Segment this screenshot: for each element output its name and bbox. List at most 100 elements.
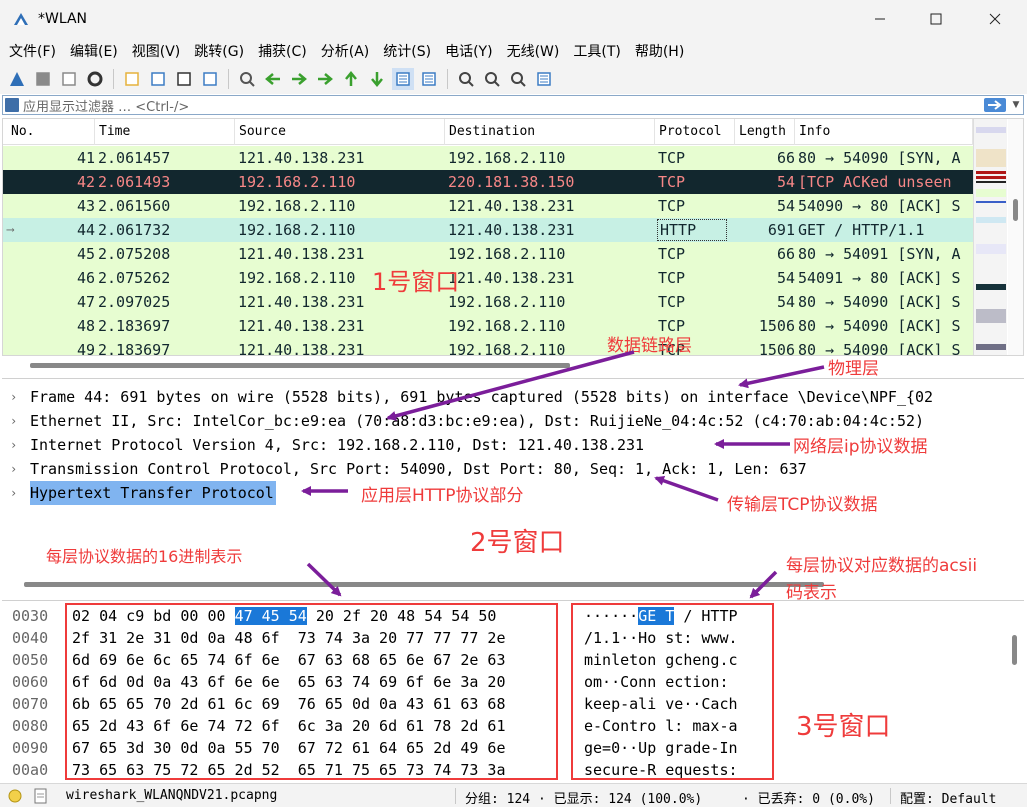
toolbar-button-9[interactable] — [262, 68, 284, 90]
expand-chevron-icon[interactable]: › — [10, 433, 17, 457]
toolbar-button-11[interactable] — [314, 68, 336, 90]
toolbar-button-7[interactable] — [199, 68, 221, 90]
ascii-bytes: om··Conn ection: — [584, 671, 738, 693]
packet-cell-no: 47 — [76, 293, 95, 311]
toolbar-button-17[interactable] — [481, 68, 503, 90]
packet-minimap[interactable] — [973, 119, 1007, 355]
column-header-4[interactable]: Protocol — [655, 119, 735, 145]
packet-row[interactable]: 48 2.183697 121.40.138.231 192.168.2.110 TCP… — [3, 314, 973, 338]
expand-chevron-icon[interactable]: › — [10, 481, 17, 505]
ascii-segment: / HTTP — [674, 607, 738, 625]
packet-details-pane: › Frame 44: 691 bytes on wire (5528 bits)… — [2, 378, 1024, 598]
display-filter-input[interactable]: 应用显示过滤器 … <Ctrl-/> — [23, 96, 984, 115]
hex-offset: 0070 — [12, 695, 49, 713]
packet-bytes-pane: 0030 02 04 c9 bd 00 00 47 45 54 20 2f 20 … — [2, 600, 1024, 782]
column-header-2[interactable]: Source — [235, 119, 445, 145]
packet-row[interactable]: 46 2.075262 192.168.2.110 121.40.138.231 TCP… — [3, 266, 973, 290]
hex-bytes: 6b 65 65 70 2d 61 6c 69 76 65 0d 0a 43 6… — [72, 693, 505, 715]
toolbar-button-14[interactable] — [392, 68, 414, 90]
toolbar-button-4[interactable] — [121, 68, 143, 90]
toolbar-button-5[interactable] — [147, 68, 169, 90]
menu-item-6[interactable]: 统计(S) — [376, 41, 438, 61]
hex-segment: 02 04 c9 bd 00 00 — [72, 607, 235, 625]
packet-cell-src: 121.40.138.231 — [238, 293, 365, 311]
toolbar-button-8[interactable] — [236, 68, 258, 90]
packet-details-hscrollbar[interactable] — [2, 577, 1024, 591]
minimize-button[interactable] — [857, 0, 903, 38]
packet-row[interactable]: 42 2.061493 192.168.2.110 220.181.38.150 TCP… — [3, 170, 973, 194]
column-header-5[interactable]: Length — [735, 119, 795, 145]
menu-item-7[interactable]: 电话(Y) — [438, 41, 499, 61]
packet-row[interactable]: 43 2.061560 192.168.2.110 121.40.138.231 TCP… — [3, 194, 973, 218]
toolbar-button-6[interactable] — [173, 68, 195, 90]
expert-info-icon[interactable] — [8, 789, 22, 803]
status-profile[interactable]: 配置: Default — [900, 788, 996, 807]
detail-tree-item[interactable]: › Transmission Control Protocol, Src Port… — [2, 457, 1024, 481]
packet-cell-proto: TCP — [658, 341, 686, 356]
column-header-0[interactable]: No. — [7, 119, 95, 145]
toolbar-button-19[interactable] — [533, 68, 555, 90]
menu-item-8[interactable]: 无线(W) — [500, 41, 567, 61]
packet-row[interactable]: 41 2.061457 121.40.138.231 192.168.2.110 TCP… — [3, 146, 973, 170]
column-header-3[interactable]: Destination — [445, 119, 655, 145]
column-header-1[interactable]: Time — [95, 119, 235, 145]
detail-tree-item[interactable]: › Ethernet II, Src: IntelCor_bc:e9:ea (70… — [2, 409, 1024, 433]
expand-chevron-icon[interactable]: › — [10, 457, 17, 481]
packet-row[interactable]: 45 2.075208 121.40.138.231 192.168.2.110 TCP… — [3, 242, 973, 266]
menu-item-4[interactable]: 捕获(C) — [251, 41, 314, 61]
toolbar-button-18[interactable] — [507, 68, 529, 90]
detail-tree-item[interactable]: › Internet Protocol Version 4, Src: 192.1… — [2, 433, 1024, 457]
maximize-button[interactable] — [913, 0, 959, 38]
packet-row[interactable]: 47 2.097025 121.40.138.231 192.168.2.110 TCP… — [3, 290, 973, 314]
ascii-segment: ······ — [584, 607, 639, 625]
menu-item-0[interactable]: 文件(F) — [2, 41, 63, 61]
expand-chevron-icon[interactable]: › — [10, 409, 17, 433]
menu-item-10[interactable]: 帮助(H) — [628, 41, 691, 61]
packet-row[interactable]: 49 2.183697 121.40.138.231 192.168.2.110 TCP… — [3, 338, 973, 356]
back-arrow-icon — [265, 73, 280, 85]
hex-segment: 47 45 54 — [234, 607, 307, 625]
expand-chevron-icon[interactable]: › — [10, 385, 17, 409]
hex-offset: 0090 — [12, 739, 49, 757]
forward-arrow-icon — [292, 73, 307, 85]
packet-cell-info: 80 → 54090 [ACK] S — [798, 341, 961, 356]
column-header-6[interactable]: Info — [795, 119, 973, 145]
packet-cell-time: 2.097025 — [98, 293, 171, 311]
go-to-packet-icon — [318, 73, 333, 85]
detail-tree-item[interactable]: › Frame 44: 691 bytes on wire (5528 bits)… — [2, 385, 1024, 409]
packet-cell-time: 2.183697 — [98, 317, 171, 335]
toolbar-button-2[interactable] — [58, 68, 80, 90]
close-button[interactable] — [972, 0, 1018, 38]
filter-dropdown-icon[interactable]: ▼ — [1009, 100, 1023, 110]
toolbar-button-16[interactable] — [455, 68, 477, 90]
menu-item-3[interactable]: 跳转(G) — [187, 41, 251, 61]
menu-item-9[interactable]: 工具(T) — [566, 41, 627, 61]
toolbar-button-0[interactable] — [6, 68, 28, 90]
resize-columns-icon — [537, 72, 551, 86]
toolbar-button-12[interactable] — [340, 68, 362, 90]
autoscroll-icon — [396, 72, 410, 86]
packet-row[interactable]: ⟶ 44 2.061732 192.168.2.110 121.40.138.231 HT… — [3, 218, 973, 242]
save-file-icon — [151, 72, 165, 86]
toolbar-button-10[interactable] — [288, 68, 310, 90]
colorize-icon — [422, 72, 436, 86]
capture-file-icon[interactable] — [34, 788, 48, 804]
toolbar-button-15[interactable] — [418, 68, 440, 90]
detail-tree-item[interactable]: › Hypertext Transfer Protocol — [2, 481, 1024, 505]
toolbar-button-1[interactable] — [32, 68, 54, 90]
menu-item-5[interactable]: 分析(A) — [314, 41, 377, 61]
menu-item-2[interactable]: 视图(V) — [125, 41, 188, 61]
toolbar-button-13[interactable] — [366, 68, 388, 90]
menu-item-1[interactable]: 编辑(E) — [63, 41, 125, 61]
packet-cell-dst: 192.168.2.110 — [448, 293, 566, 311]
apply-filter-button[interactable] — [984, 98, 1006, 112]
toolbar-button-3[interactable] — [84, 68, 106, 90]
packet-cell-no: 49 — [76, 341, 95, 356]
packet-cell-info: 80 → 54091 [SYN, A — [798, 245, 961, 263]
close-file-icon — [177, 72, 191, 86]
packet-list-hscrollbar[interactable] — [2, 358, 1024, 372]
minimap-graphic — [976, 127, 1006, 350]
packet-list-scrollbar[interactable] — [1008, 119, 1023, 355]
packet-bytes-scrollbar[interactable] — [1007, 601, 1023, 781]
bookmark-icon[interactable] — [5, 98, 19, 112]
